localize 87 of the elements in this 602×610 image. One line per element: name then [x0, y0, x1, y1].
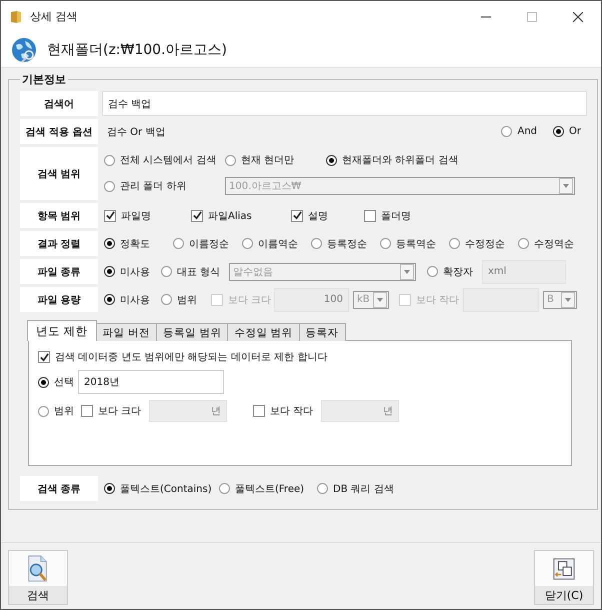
radio-button[interactable]	[161, 294, 172, 305]
tab[interactable]: 파일 버전	[96, 323, 157, 341]
radio-label[interactable]: 확장자	[443, 264, 473, 278]
window-title: 상세 검색	[30, 9, 78, 24]
tab[interactable]: 년도 제한	[27, 320, 97, 341]
close-button[interactable]: 닫기(C)	[534, 550, 594, 605]
radio-label[interactable]: 미사용	[120, 292, 150, 306]
checkbox[interactable]: 검색 데이터중 년도 범위에만 해당되는 데이터로 제한 합니다	[38, 350, 328, 364]
radio-label[interactable]: 전체 시스템에서 검색	[120, 153, 216, 167]
tab[interactable]: 등록일 범위	[156, 323, 228, 341]
field-label: 파일 용량	[20, 287, 98, 312]
radio-button[interactable]	[326, 154, 337, 166]
radio-label[interactable]: 풀텍스트(Contains)	[120, 482, 212, 496]
radio-label[interactable]: 관리 폴더 하위	[120, 179, 186, 193]
radio-button[interactable]	[449, 238, 460, 249]
field-label: 검색 범위	[20, 147, 98, 200]
radio-button[interactable]	[219, 483, 230, 494]
radio-label[interactable]: 수정정순	[465, 236, 505, 250]
radio-label[interactable]: 범위	[177, 292, 197, 306]
radio-label[interactable]: 정확도	[120, 236, 150, 250]
radio-label[interactable]: 미사용	[120, 264, 150, 278]
radio-button[interactable]	[104, 266, 115, 277]
checkbox[interactable]: 보다 크다	[81, 404, 142, 418]
radio-button[interactable]	[501, 126, 512, 137]
radio-button[interactable]	[104, 294, 115, 305]
field-label: 검색어	[20, 91, 98, 116]
radio-label[interactable]: 등록정순	[327, 236, 367, 250]
radio-label[interactable]: DB 쿼리 검색	[333, 482, 394, 496]
radio-label[interactable]: 범위	[54, 404, 74, 418]
field-label: 파일 종류	[20, 259, 98, 284]
checkbox[interactable]: 설명	[291, 208, 328, 222]
radio-button[interactable]	[173, 238, 184, 249]
checkmark-icon	[40, 352, 48, 362]
radio-label[interactable]: 현재폴더와 하위폴더 검색	[342, 153, 458, 167]
radio-button[interactable]	[242, 238, 253, 249]
caret-icon	[373, 292, 387, 308]
tab[interactable]: 등록자	[298, 323, 346, 341]
radio-button[interactable]	[317, 483, 328, 494]
caret-icon	[400, 264, 414, 280]
caret-icon	[559, 178, 573, 194]
checkbox[interactable]: 보다 작다	[253, 404, 314, 418]
field-label: 항목 범위	[20, 203, 98, 228]
checkbox[interactable]: 폴더명	[364, 208, 411, 222]
radio-button[interactable]	[161, 266, 172, 277]
radio-button[interactable]	[38, 376, 49, 388]
radio-label[interactable]: 현재 현더만	[241, 153, 294, 167]
radio-button[interactable]	[553, 126, 564, 137]
windows-exit-icon	[552, 556, 576, 580]
group-title: 기본정보	[21, 72, 67, 87]
radio-button[interactable]	[104, 154, 115, 166]
field-label: 검색 적용 옵션	[20, 119, 98, 144]
field-label: 결과 정렬	[20, 231, 98, 256]
radio-label[interactable]: 이름역순	[258, 236, 298, 250]
checkmark-icon	[192, 211, 202, 220]
close-icon	[573, 12, 583, 22]
radio-button[interactable]	[311, 238, 322, 249]
radio-label[interactable]: 풀텍스트(Free)	[235, 482, 304, 496]
radio-label[interactable]: 선택	[54, 375, 74, 389]
caret-icon	[561, 292, 575, 308]
radio-label[interactable]: 수정역순	[534, 236, 574, 250]
checkbox[interactable]: 파일명	[104, 208, 151, 222]
search-button[interactable]: 검색	[8, 550, 68, 605]
radio-label[interactable]: And	[517, 126, 538, 137]
radio-button[interactable]	[38, 406, 49, 416]
radio-button[interactable]	[518, 238, 529, 249]
radio-label[interactable]: Or	[569, 126, 581, 137]
checkbox[interactable]: 파일Alias	[191, 208, 252, 222]
radio-button[interactable]	[104, 180, 115, 192]
input-field[interactable]: 2018년	[78, 370, 224, 394]
radio-label[interactable]: 이름정순	[189, 236, 229, 250]
radio-label[interactable]: 등록역순	[396, 236, 436, 250]
radio-button[interactable]	[225, 154, 236, 166]
tab[interactable]: 수정일 범위	[227, 323, 300, 341]
input-field[interactable]: 검수 백업	[102, 91, 587, 116]
field-label: 검색 종류	[20, 476, 98, 501]
maximize-icon	[527, 12, 537, 22]
folder-icon	[10, 10, 22, 24]
radio-button[interactable]	[427, 266, 438, 277]
radio-button[interactable]	[380, 238, 391, 249]
checkmark-icon	[106, 211, 114, 220]
search-expression: 검수 Or 백업	[106, 126, 166, 138]
folder-path-title: 현재폴더(z:₩100.아르고스)	[47, 40, 228, 58]
radio-label[interactable]: 대표 형식	[177, 264, 220, 278]
radio-button[interactable]	[104, 483, 115, 494]
globe-icon	[11, 36, 37, 62]
checkmark-icon	[292, 211, 302, 220]
radio-button[interactable]	[104, 238, 115, 249]
